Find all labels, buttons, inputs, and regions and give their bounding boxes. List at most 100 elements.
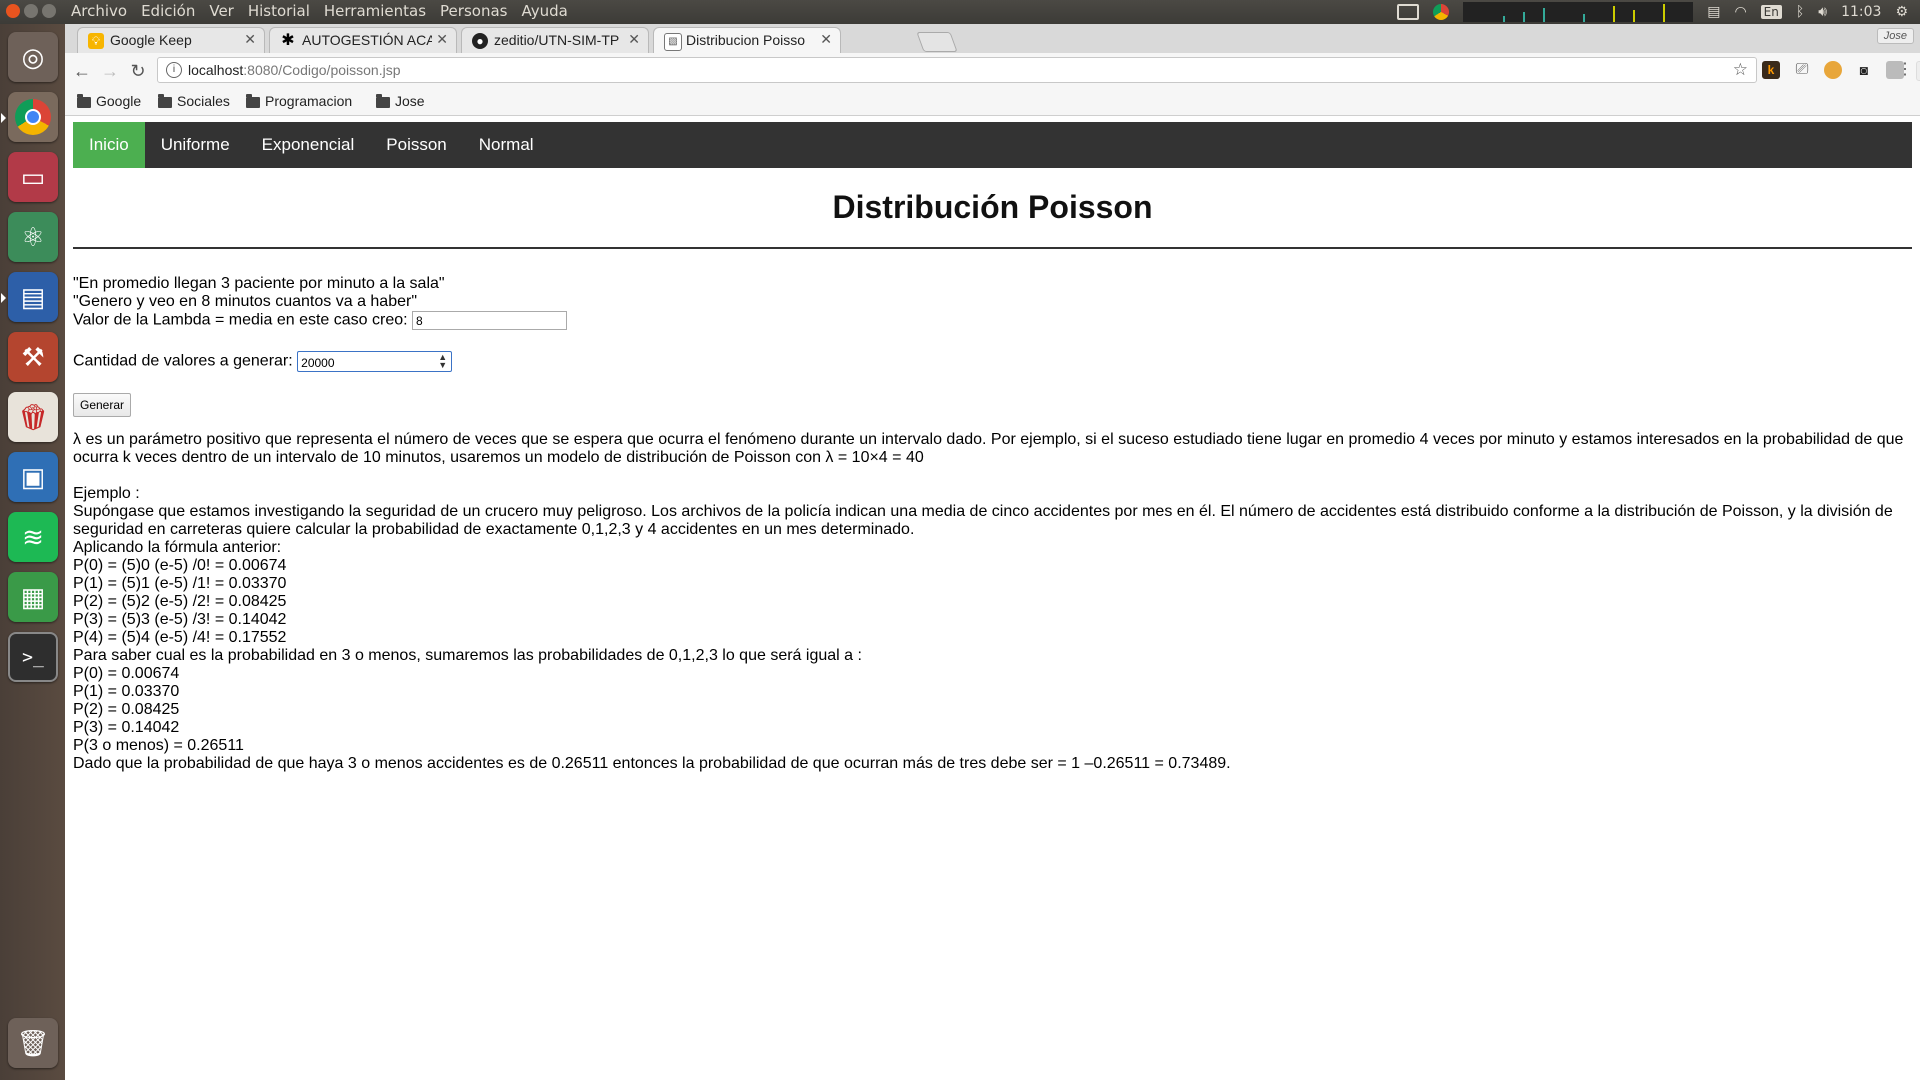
- extension-fox-icon[interactable]: [1824, 61, 1842, 79]
- quote-line-2: "Genero y veo en 8 minutos cuantos va a …: [73, 293, 418, 310]
- title-divider: [73, 247, 1912, 249]
- tab-distribucion-poisson[interactable]: ▧ Distribucion Poisso ✕: [653, 27, 841, 53]
- system-monitor-graph[interactable]: [1463, 2, 1694, 22]
- main-content: "En promedio llegan 3 paciente por minut…: [73, 275, 1913, 773]
- chrome-menu-icon[interactable]: ⋮: [1896, 61, 1914, 79]
- popcorn-time-icon[interactable]: 🍿︎: [8, 392, 58, 442]
- formula-line: P(3) = (5)3 (e-5) /3! = 0.14042: [73, 611, 287, 628]
- sum-total: P(3 o menos) = 0.26511: [73, 737, 244, 754]
- folder-icon: [246, 93, 260, 108]
- power-gear-icon[interactable]: ⚙: [1895, 4, 1908, 20]
- window-minimize-button[interactable]: [24, 4, 38, 18]
- bookmark-folder-google[interactable]: Google: [77, 93, 141, 109]
- writer-icon[interactable]: ▤: [1, 272, 58, 322]
- menu-ver[interactable]: Ver: [209, 2, 234, 20]
- site-navbar: Inicio Uniforme Exponencial Poisson Norm…: [73, 122, 1912, 168]
- spotify-icon[interactable]: ≋: [8, 512, 58, 562]
- screenshot-icon[interactable]: [1397, 4, 1420, 20]
- menu-personas[interactable]: Personas: [440, 2, 507, 20]
- description-paragraph: λ es un parámetro positivo que represent…: [73, 431, 1904, 466]
- clock[interactable]: 11:03: [1841, 4, 1881, 20]
- lambda-label: Valor de la Lambda = media en este caso …: [73, 311, 408, 329]
- extension-light-icon[interactable]: [1916, 61, 1920, 81]
- tab-autogestion[interactable]: ✱ AUTOGESTIÓN ACA ✕: [269, 27, 457, 53]
- extension-mask-icon[interactable]: ◙: [1855, 61, 1873, 79]
- forward-arrow-icon[interactable]: →: [99, 60, 121, 82]
- tab-label: Google Keep: [110, 32, 192, 48]
- chrome-tray-icon[interactable]: [1433, 4, 1450, 20]
- bookmark-folder-programacion[interactable]: Programacion: [246, 93, 352, 109]
- keep-icon: 💡︎: [88, 33, 104, 49]
- calc-icon[interactable]: ▦: [8, 572, 58, 622]
- url-text: localhost:8080/Codigo/poisson.jsp: [188, 62, 401, 78]
- generar-button[interactable]: Generar: [73, 393, 132, 417]
- trash-icon[interactable]: 🗑︎: [8, 1018, 58, 1068]
- tab-github[interactable]: ● zeditio/UTN-SIM-TP ✕: [461, 27, 649, 53]
- formula-line: P(2) = (5)2 (e-5) /2! = 0.08425: [73, 593, 287, 610]
- quote-line-1: "En promedio llegan 3 paciente por minut…: [73, 275, 445, 292]
- tab-label: zeditio/UTN-SIM-TP: [494, 32, 620, 48]
- bluetooth-icon[interactable]: ᛒ: [1796, 4, 1804, 20]
- lambda-input[interactable]: [412, 311, 568, 330]
- nav-poisson[interactable]: Poisson: [370, 122, 462, 168]
- nav-uniforme[interactable]: Uniforme: [145, 122, 246, 168]
- new-tab-button[interactable]: [916, 32, 958, 52]
- menu-edicion[interactable]: Edición: [141, 2, 195, 20]
- cantidad-label: Cantidad de valores a generar:: [73, 352, 293, 370]
- folder-icon: [77, 93, 91, 108]
- nav-exponencial[interactable]: Exponencial: [246, 122, 371, 168]
- stepper-arrows-icon[interactable]: ▲ ▼: [438, 353, 447, 370]
- storage-icon[interactable]: ▤: [1707, 4, 1720, 20]
- reload-icon[interactable]: ↻: [127, 60, 149, 82]
- close-tab-icon[interactable]: ✕: [628, 31, 640, 48]
- cantidad-stepper[interactable]: 20000 ▲ ▼: [297, 351, 453, 372]
- bookmark-folder-jose[interactable]: Jose: [376, 93, 425, 109]
- profile-button[interactable]: Jose: [1876, 28, 1914, 44]
- terminal-icon[interactable]: >_: [8, 632, 58, 682]
- menu-historial[interactable]: Historial: [248, 2, 310, 20]
- back-arrow-icon[interactable]: ←: [71, 60, 93, 82]
- url-path: :8080/Codigo/poisson.jsp: [243, 62, 401, 78]
- close-tab-icon[interactable]: ✕: [436, 31, 448, 48]
- close-tab-icon[interactable]: ✕: [820, 31, 832, 48]
- bookmark-label: Jose: [395, 93, 425, 109]
- sum-line: P(3) = 0.14042: [73, 719, 180, 736]
- applying-formula-text: Aplicando la fórmula anterior:: [73, 539, 282, 556]
- tab-label: AUTOGESTIÓN ACA: [302, 32, 432, 48]
- info-icon[interactable]: i: [166, 62, 182, 78]
- menu-archivo[interactable]: Archivo: [71, 2, 127, 20]
- address-bar[interactable]: i localhost:8080/Codigo/poisson.jsp ☆: [157, 57, 1757, 83]
- bookmark-star-icon[interactable]: ☆: [1733, 60, 1748, 80]
- example-text: Supóngase que estamos investigando la se…: [73, 503, 1893, 538]
- tab-google-keep[interactable]: 💡︎ Google Keep ✕: [77, 27, 265, 53]
- cast-icon[interactable]: ⎚: [1793, 61, 1811, 79]
- chrome-icon[interactable]: [1, 92, 58, 142]
- nav-inicio[interactable]: Inicio: [73, 122, 145, 168]
- formula-line: P(0) = (5)0 (e-5) /0! = 0.00674: [73, 557, 287, 574]
- folder-icon: [376, 93, 390, 108]
- dash-icon[interactable]: ◎: [8, 32, 58, 82]
- system-settings-icon[interactable]: ⚒: [8, 332, 58, 382]
- files-icon[interactable]: ▭: [8, 152, 58, 202]
- close-tab-icon[interactable]: ✕: [244, 31, 256, 48]
- page-title: Distribución Poisson: [832, 189, 1153, 225]
- wifi-icon[interactable]: ◠: [1734, 4, 1746, 20]
- atom-icon[interactable]: ⚛: [8, 212, 58, 262]
- keyboard-layout-indicator[interactable]: En: [1760, 5, 1782, 19]
- bookmark-folder-sociales[interactable]: Sociales: [158, 93, 230, 109]
- sum-line: P(0) = 0.00674: [73, 665, 180, 682]
- folder-icon: [158, 93, 172, 108]
- volume-icon[interactable]: 🔊︎: [1818, 4, 1827, 20]
- keep-extension-icon[interactable]: k: [1762, 61, 1780, 79]
- formula-line: P(4) = (5)4 (e-5) /4! = 0.17552: [73, 629, 287, 646]
- window-close-button[interactable]: [6, 4, 20, 18]
- bookmark-label: Google: [96, 93, 142, 109]
- virtualbox-icon[interactable]: ▣: [8, 452, 58, 502]
- menu-ayuda[interactable]: Ayuda: [521, 2, 567, 20]
- nav-normal[interactable]: Normal: [463, 122, 550, 168]
- menu-herramientas[interactable]: Herramientas: [324, 2, 426, 20]
- utn-icon: ✱: [281, 32, 295, 49]
- window-maximize-button[interactable]: [42, 4, 56, 18]
